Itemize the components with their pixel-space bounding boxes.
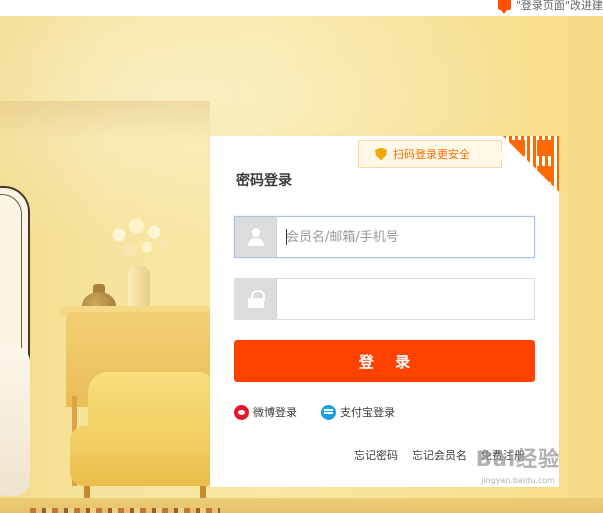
social-login: 微博登录 支付宝登录 (234, 404, 395, 420)
lock-icon (235, 279, 277, 319)
watermark-logo: Bai经验 (475, 447, 561, 471)
weibo-icon (234, 404, 249, 420)
alipay-login-label: 支付宝登录 (340, 406, 395, 419)
weibo-login-label: 微博登录 (253, 406, 297, 419)
password-input[interactable] (277, 279, 534, 319)
comment-icon (497, 0, 511, 14)
user-icon (235, 217, 277, 257)
rug (30, 508, 220, 513)
alipay-login-link[interactable]: 支付宝登录 (321, 404, 395, 420)
flowers-decoration (105, 211, 175, 271)
forgot-username-link[interactable]: 忘记会员名 (412, 447, 467, 463)
qr-tip-text: 扫码登录更安全 (393, 148, 470, 161)
username-field (234, 216, 535, 258)
text-caret (286, 229, 287, 245)
top-bar: "登录页面"改进建 (0, 0, 603, 16)
password-field (234, 278, 535, 320)
watermark-url: jingyan.baidu.com (481, 476, 555, 485)
person-figure (0, 346, 30, 496)
feedback-text: "登录页面"改进建 (515, 0, 603, 12)
shield-icon (375, 147, 387, 161)
forgot-password-link[interactable]: 忘记密码 (354, 447, 398, 463)
alipay-icon (321, 404, 336, 420)
qr-login-tip: 扫码登录更安全 (358, 140, 507, 168)
qr-code-toggle-icon[interactable] (503, 136, 559, 192)
username-input[interactable] (277, 217, 534, 257)
login-title: 密码登录 (236, 173, 292, 189)
weibo-login-link[interactable]: 微博登录 (234, 404, 297, 420)
login-panel: 密码登录 扫码登录更安全 登 录 微博登录 支付宝登录 忘记密码 忘记会员名 免… (210, 136, 559, 487)
baidu-jingyan-watermark: Bai经验 jingyan.baidu.com (469, 438, 567, 490)
feedback-link[interactable]: "登录页面"改进建 (497, 0, 603, 14)
login-button[interactable]: 登 录 (234, 340, 535, 382)
